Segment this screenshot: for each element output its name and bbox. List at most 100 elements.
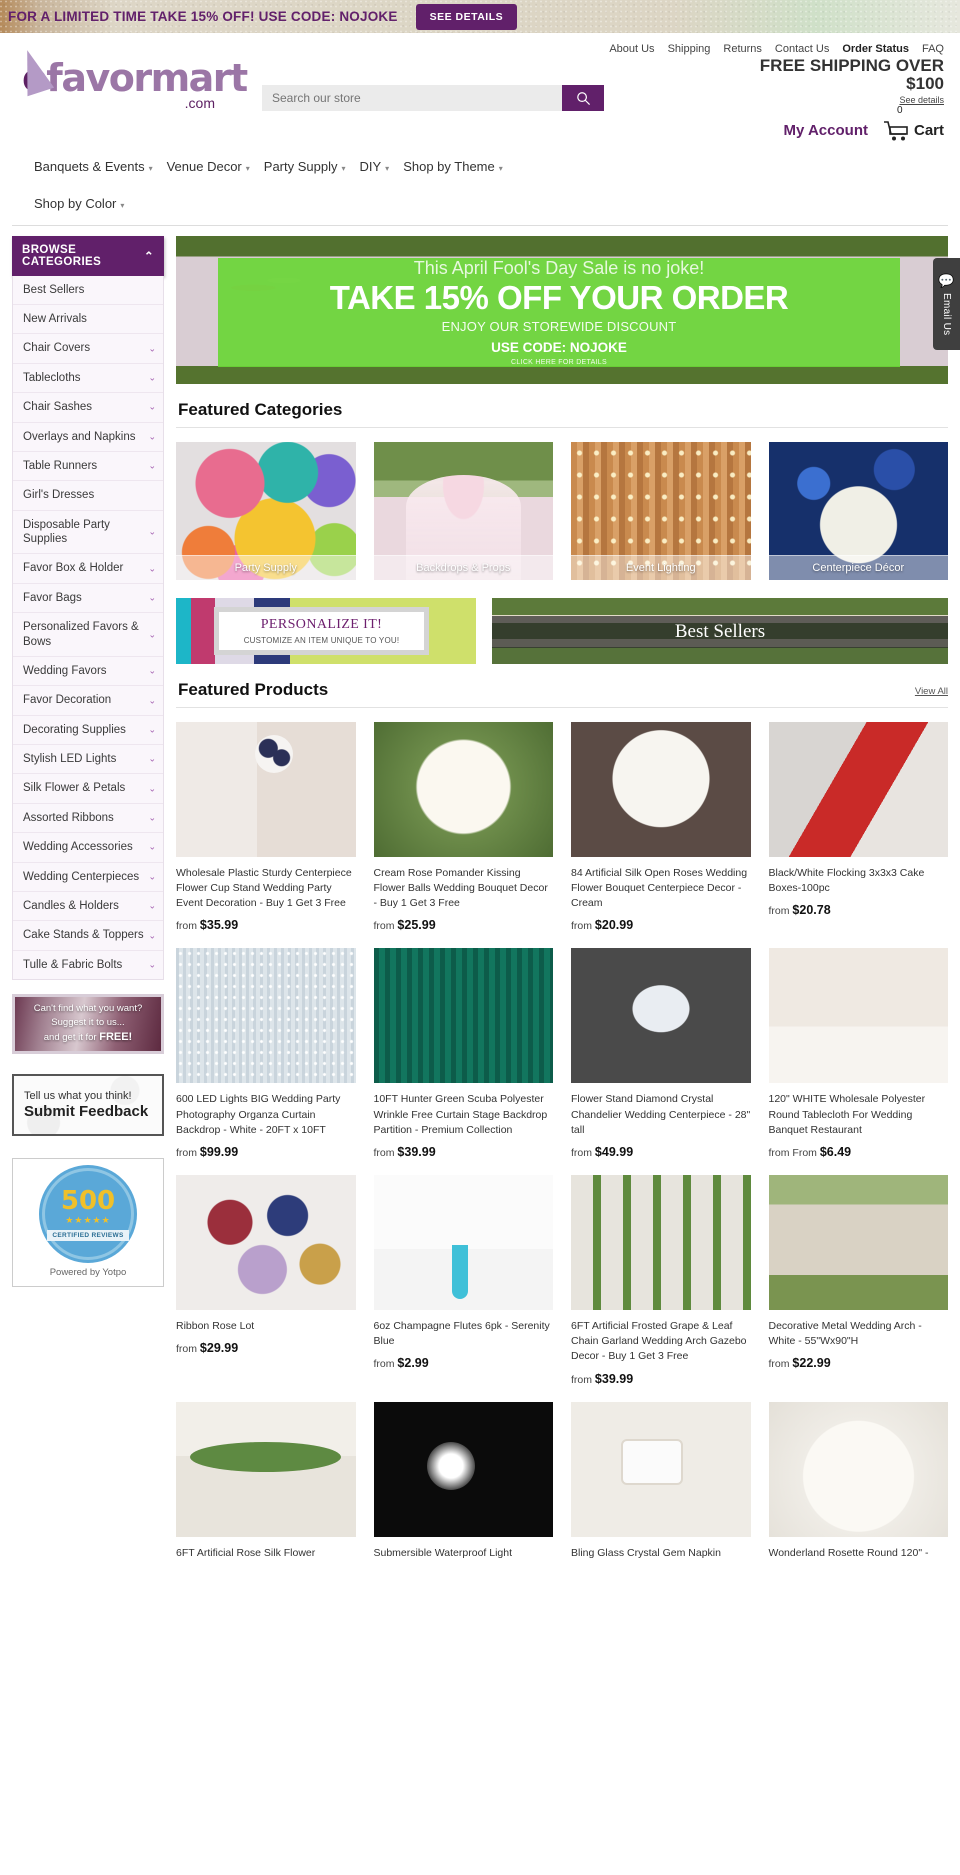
browse-categories-header[interactable]: BROWSE CATEGORIES ⌃: [12, 235, 164, 276]
sidebar-item-favor-decoration[interactable]: Favor Decoration ⌄: [13, 686, 163, 716]
hero-banner[interactable]: This April Fool's Day Sale is no joke! T…: [176, 235, 948, 384]
suggest-line-3-strong: FREE!: [99, 1030, 133, 1043]
suggest-product-box: Can't find what you want? Suggest it to …: [12, 994, 164, 1055]
header-right: FREE SHIPPING OVER $100 See details My A…: [760, 57, 948, 143]
nav-item-banquets-events[interactable]: Banquets & Events ▾: [34, 153, 167, 188]
category-tile-event-lighting[interactable]: Event Lighting: [571, 441, 751, 580]
category-tile-centerpiece-decor[interactable]: Centerpiece Décor: [768, 441, 948, 580]
sidebar-item-label: Favor Box & Holder: [23, 562, 124, 575]
my-account-link[interactable]: My Account: [784, 122, 868, 139]
product-card[interactable]: Submersible Waterproof Light: [373, 1401, 553, 1561]
speech-bubble-icon: 💬: [938, 272, 955, 288]
suggest-product-promo[interactable]: Can't find what you want? Suggest it to …: [12, 994, 164, 1055]
sidebar-item-tablecloths[interactable]: Tablecloths ⌄: [13, 363, 163, 394]
sidebar-item-favor-bags[interactable]: Favor Bags ⌄: [13, 583, 163, 614]
nav-label: Venue Decor: [166, 158, 242, 174]
shipping-see-details-link[interactable]: See details: [760, 95, 944, 105]
search-input[interactable]: [262, 85, 562, 111]
hero-details-link[interactable]: CLICK HERE FOR DETAILS: [511, 359, 607, 366]
sidebar-item-disposable-party-supplies[interactable]: Disposable Party Supplies ⌄: [13, 510, 163, 555]
product-card[interactable]: Wonderland Rosette Round 120" -: [768, 1401, 948, 1561]
chevron-up-icon: ⌃: [143, 250, 154, 263]
search-button[interactable]: [562, 85, 604, 111]
chevron-down-icon: ▾: [341, 163, 346, 173]
nav-item-shop-by-color[interactable]: Shop by Color ▾: [34, 190, 926, 225]
sidebar-item-tulle-fabric-bolts[interactable]: Tulle & Fabric Bolts ⌄: [13, 950, 163, 980]
price-prefix: from: [571, 920, 592, 933]
utility-nav-faq[interactable]: FAQ: [922, 43, 944, 55]
product-card[interactable]: 6FT Artificial Frosted Grape & Leaf Chai…: [571, 1175, 751, 1386]
product-card[interactable]: Flower Stand Diamond Crystal Chandelier …: [571, 948, 751, 1159]
sidebar-item-wedding-accessories[interactable]: Wedding Accessories ⌄: [13, 833, 163, 863]
sidebar-item-wedding-centerpieces[interactable]: Wedding Centerpieces ⌄: [13, 862, 163, 892]
product-card[interactable]: Bling Glass Crystal Gem Napkin: [571, 1401, 751, 1561]
nav-second-row: Shop by Color ▾: [34, 188, 926, 225]
utility-nav-shipping[interactable]: Shipping: [668, 43, 711, 55]
sidebar-item-label: Tulle & Fabric Bolts: [23, 958, 123, 971]
site-logo[interactable]: efavormart .com: [12, 45, 248, 111]
utility-nav-returns[interactable]: Returns: [723, 43, 762, 55]
nav-item-diy[interactable]: DIY ▾: [360, 153, 404, 188]
sidebar-item-silk-flower-petals[interactable]: Silk Flower & Petals ⌄: [13, 774, 163, 804]
sidebar-item-label: Tablecloths: [23, 371, 81, 384]
category-tile-backdrops-props[interactable]: Backdrops & Props: [373, 441, 553, 580]
featured-products-heading: Featured Products View All: [176, 670, 948, 708]
product-card[interactable]: 600 LED Lights BIG Wedding Party Photogr…: [176, 948, 356, 1159]
product-price: from $20.78: [769, 903, 949, 917]
site-header: About Us Shipping Returns Contact Us Ord…: [0, 33, 960, 226]
product-card[interactable]: Cream Rose Pomander Kissing Flower Balls…: [373, 721, 553, 932]
sidebar-item-overlays-and-napkins[interactable]: Overlays and Napkins ⌄: [13, 422, 163, 452]
chevron-down-icon: ⌄: [148, 372, 156, 383]
sidebar-item-chair-sashes[interactable]: Chair Sashes ⌄: [13, 393, 163, 423]
sidebar-item-cake-stands-toppers[interactable]: Cake Stands & Toppers ⌄: [13, 921, 163, 951]
chevron-down-icon: ⌄: [148, 665, 156, 676]
nav-item-shop-by-theme[interactable]: Shop by Theme ▾: [403, 153, 517, 188]
utility-nav-about-us[interactable]: About Us: [609, 43, 654, 55]
certified-reviews-badge[interactable]: 500 ★★★★★ CERTIFIED REVIEWS Powered by Y…: [12, 1158, 164, 1288]
sidebar-item-new-arrivals[interactable]: New Arrivals: [13, 305, 163, 335]
sidebar-item-wedding-favors[interactable]: Wedding Favors ⌄: [13, 656, 163, 687]
chevron-down-icon: ▾: [245, 163, 250, 173]
product-card[interactable]: 6oz Champagne Flutes 6pk - Serenity Blue…: [373, 1175, 553, 1386]
nav-label: Shop by Theme: [403, 158, 495, 174]
view-all-link[interactable]: View All: [915, 686, 948, 700]
utility-nav: About Us Shipping Returns Contact Us Ord…: [12, 37, 948, 57]
product-card[interactable]: Wholesale Plastic Sturdy Centerpiece Flo…: [176, 721, 356, 932]
price-prefix: from From: [768, 1147, 817, 1159]
product-card[interactable]: Black/White Flocking 3x3x3 Cake Boxes-10…: [768, 721, 949, 933]
sidebar-item-label: Best Sellers: [23, 283, 85, 296]
personalize-it-banner[interactable]: PERSONALIZE IT! CUSTOMIZE AN ITEM UNIQUE…: [176, 597, 476, 664]
product-card[interactable]: 6FT Artificial Rose Silk Flower: [176, 1401, 356, 1561]
sidebar-item-table-runners[interactable]: Table Runners ⌄: [13, 451, 163, 482]
sidebar-item-assorted-ribbons[interactable]: Assorted Ribbons ⌄: [13, 803, 163, 834]
submit-feedback-box[interactable]: Tell us what you think! Submit Feedback: [12, 1074, 164, 1137]
sidebar-item-candles-holders[interactable]: Candles & Holders ⌄: [13, 891, 163, 922]
search-icon: [576, 91, 590, 105]
nav-item-venue-decor[interactable]: Venue Decor ▾: [167, 153, 264, 188]
utility-nav-order-status[interactable]: Order Status: [842, 43, 909, 55]
product-card[interactable]: 10FT Hunter Green Scuba Polyester Wrinkl…: [373, 948, 553, 1159]
sidebar-item-favor-box-holder[interactable]: Favor Box & Holder ⌄: [13, 554, 163, 584]
cart-button[interactable]: 0 Cart: [882, 105, 944, 143]
suggest-line-3-prefix: and get it for: [43, 1031, 100, 1043]
utility-nav-contact-us[interactable]: Contact Us: [775, 43, 829, 55]
product-card[interactable]: Ribbon Rose Lot from $29.99: [176, 1175, 356, 1386]
product-card[interactable]: 120" WHITE Wholesale Polyester Round Tab…: [768, 948, 948, 1159]
page-root: FOR A LIMITED TIME TAKE 15% OFF! USE COD…: [0, 0, 960, 1561]
sidebar-item-best-sellers[interactable]: Best Sellers: [13, 275, 163, 306]
see-details-button[interactable]: SEE DETAILS: [415, 3, 518, 30]
sidebar-item-chair-covers[interactable]: Chair Covers ⌄: [13, 334, 163, 364]
product-price: from $29.99: [176, 1341, 356, 1355]
nav-item-party-supply[interactable]: Party Supply ▾: [264, 153, 360, 188]
product-card[interactable]: Decorative Metal Wedding Arch - White - …: [768, 1175, 948, 1386]
sidebar-item-decorating-supplies[interactable]: Decorating Supplies ⌄: [13, 715, 163, 746]
email-us-tab[interactable]: 💬 Email Us: [933, 258, 960, 350]
nav-label: Banquets & Events: [34, 158, 145, 174]
sidebar-item-girls-dresses[interactable]: Girl's Dresses: [13, 481, 163, 511]
sidebar-item-label: Decorating Supplies: [23, 723, 126, 736]
best-sellers-banner[interactable]: Best Sellers: [492, 597, 948, 664]
sidebar-item-personalized-favors-bows[interactable]: Personalized Favors & Bows ⌄: [13, 613, 163, 657]
category-tile-party-supply[interactable]: Party Supply: [176, 441, 356, 580]
product-card[interactable]: 84 Artificial Silk Open Roses Wedding Fl…: [571, 721, 751, 933]
sidebar-item-stylish-led-lights[interactable]: Stylish LED Lights ⌄: [13, 745, 163, 775]
